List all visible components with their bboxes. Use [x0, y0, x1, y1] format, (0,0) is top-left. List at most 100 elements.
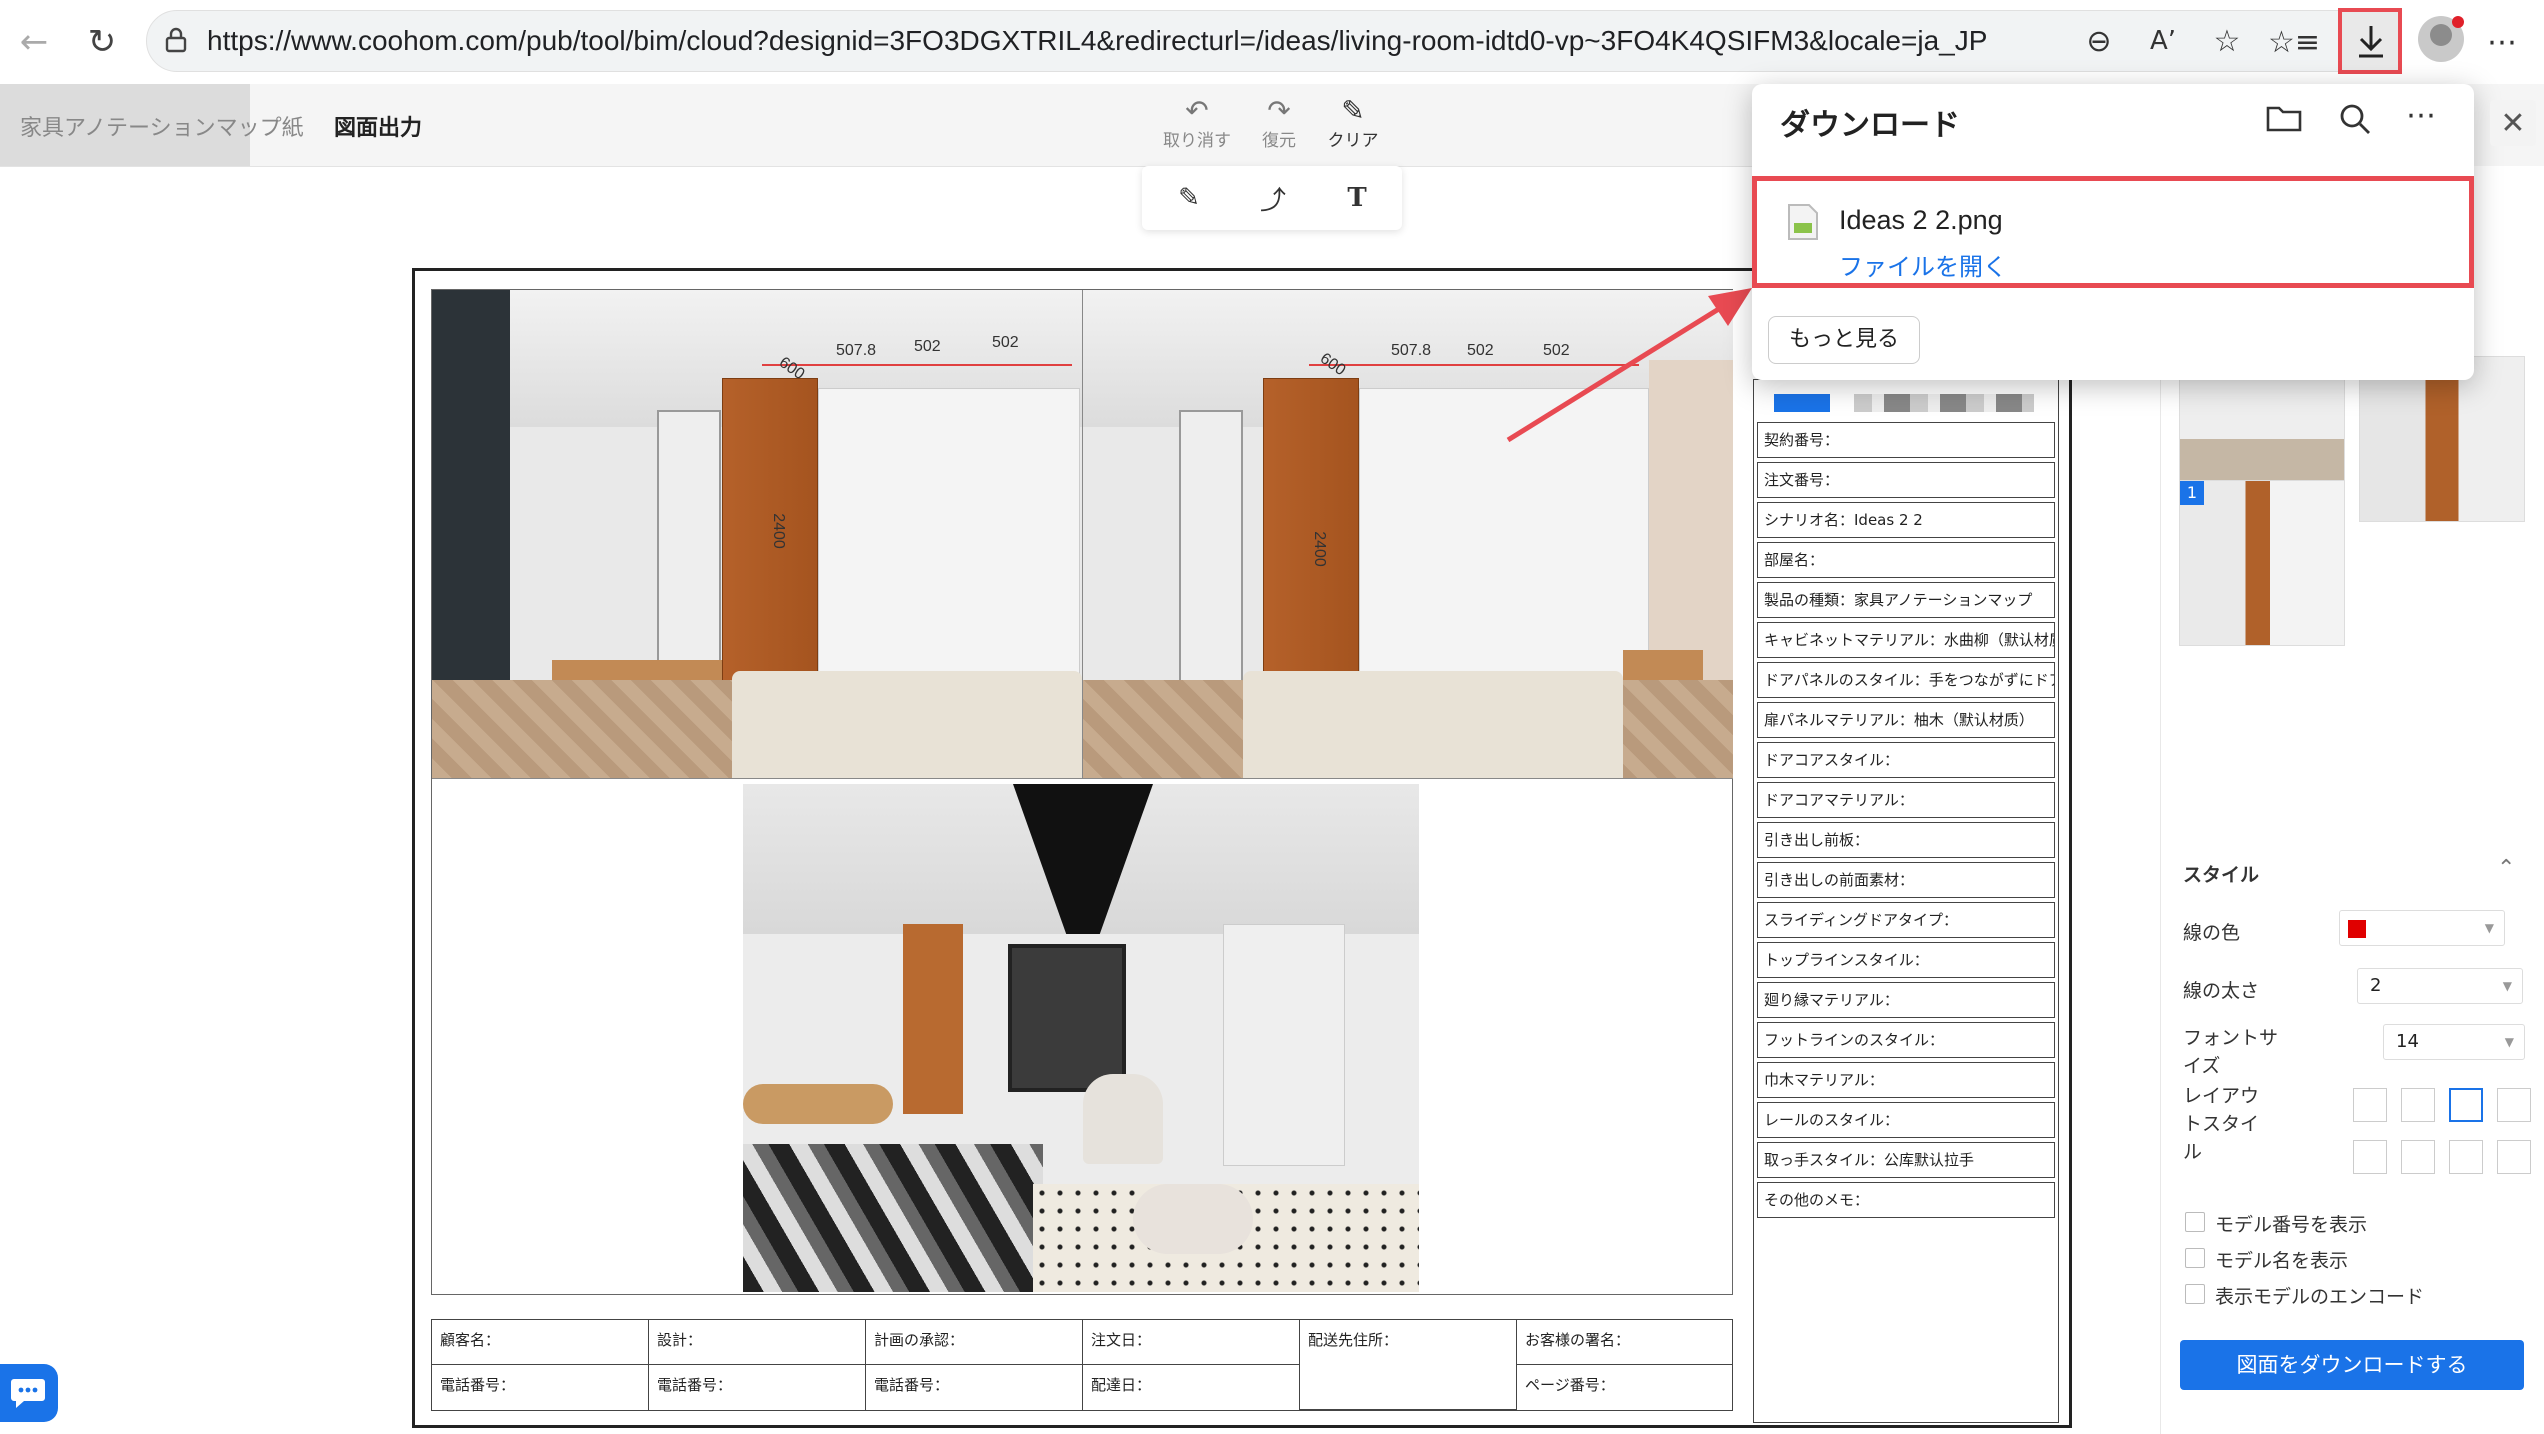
drawing-sheet: 507.8 502 502 600 2400 507.8 502 502 600… [412, 268, 2072, 1428]
pen-icon[interactable]: ✎ [1154, 178, 1224, 218]
close-icon[interactable]: ✕ [2490, 100, 2536, 146]
tab-furniture-annotation[interactable]: 家具アノテーションマップ紙 [20, 110, 304, 142]
line-width-select[interactable]: 2 ▼ [2357, 968, 2523, 1004]
info-row: ドアコアスタイル： [1757, 742, 2055, 778]
layout-option[interactable] [2449, 1140, 2483, 1174]
notification-dot [2452, 16, 2464, 28]
show-model-number-checkbox[interactable] [2185, 1212, 2205, 1232]
search-icon[interactable] [2338, 102, 2378, 142]
info-panel: 契約番号： 注文番号： シナリオ名：Ideas 2 2 部屋名： 製品の種類：家具アノテ… [1753, 379, 2059, 1423]
chevron-down-icon: ▼ [2502, 979, 2512, 993]
back-arrow-icon[interactable]: ← [6, 14, 62, 70]
image-file-icon [1787, 203, 1819, 241]
chat-button[interactable] [0, 1364, 58, 1422]
favorites-list-icon[interactable]: ☆≡ [2268, 16, 2320, 68]
url-text[interactable]: https://www.coohom.com/pub/tool/bim/clou… [207, 25, 1987, 57]
browser-toolbar: ← ↻ https://www.coohom.com/pub/tool/bim/… [0, 0, 2544, 85]
undo-button[interactable]: ↶ 取り消す [1154, 94, 1240, 152]
color-palette-strip [1774, 394, 2044, 412]
height-label: 2400 [1310, 531, 1328, 567]
palette-swatch [1854, 394, 2034, 412]
layout-option[interactable] [2353, 1140, 2387, 1174]
line-width-label: 線の太さ [2183, 980, 2260, 1002]
layout-option-selected[interactable] [2449, 1088, 2483, 1122]
bed [732, 670, 1082, 778]
info-row: シナリオ名：Ideas 2 2 [1757, 502, 2055, 538]
view-thumbnail[interactable] [2359, 356, 2525, 522]
door [1179, 410, 1243, 714]
info-row: 巾木マテリアル： [1757, 1062, 2055, 1098]
clear-button[interactable]: ✎ クリア [1310, 96, 1396, 152]
wood-shelf [903, 924, 963, 1114]
white-wardrobe [818, 387, 1080, 681]
show-model-encode-checkbox[interactable] [2185, 1284, 2205, 1304]
undo-icon: ↶ [1185, 94, 1209, 127]
show-model-name-label: モデル名を表示 [2215, 1250, 2349, 1272]
text-tool-icon[interactable]: T [1322, 178, 1392, 218]
info-row: その他のメモ： [1757, 1182, 2055, 1218]
see-more-button[interactable]: もっと見る [1768, 316, 1920, 364]
show-model-name-checkbox[interactable] [2185, 1248, 2205, 1268]
dimension-label: 502 [1467, 342, 1494, 359]
avatar-head-icon [2430, 24, 2452, 46]
downloads-panel: ダウンロード ⋯ Ideas 2 2.png ファイルを開く もっと見る [1752, 84, 2474, 380]
layout-option[interactable] [2497, 1088, 2531, 1122]
info-row: 廻り縁マテリアル： [1757, 982, 2055, 1018]
profile-avatar[interactable] [2418, 16, 2464, 62]
collapse-chevron-icon[interactable]: ⌃ [2497, 856, 2515, 881]
footer-cell: 電話番号： [432, 1365, 649, 1410]
footer-cell: ページ番号： [1525, 1376, 1615, 1394]
download-file-name: Ideas 2 2.png [1839, 205, 2003, 235]
tab-drawing-output[interactable]: 図面出力 [334, 110, 422, 142]
favorite-star-icon[interactable]: ☆ [2201, 15, 2253, 67]
open-file-link[interactable]: ファイルを開く [1839, 247, 2007, 282]
download-drawing-button[interactable]: 図面をダウンロードする [2180, 1340, 2524, 1390]
info-row: 契約番号： [1757, 422, 2055, 458]
more-menu-icon[interactable]: ⋯ [2476, 16, 2528, 68]
line-color-select[interactable]: ▼ [2339, 910, 2505, 946]
show-model-encode-label: 表示モデルのエンコード [2215, 1286, 2425, 1308]
downloads-button[interactable] [2338, 8, 2402, 74]
chevron-down-icon: ▼ [2484, 921, 2494, 935]
font-size-select[interactable]: 14 ▼ [2383, 1024, 2525, 1060]
layout-option[interactable] [2401, 1088, 2435, 1122]
bed [1243, 670, 1623, 778]
info-row: 注文番号： [1757, 462, 2055, 498]
render-view-living [743, 784, 1419, 1292]
dining-table [743, 1084, 893, 1124]
info-row: 引き出しの前面素材： [1757, 862, 2055, 898]
download-icon [2359, 26, 2383, 58]
dimension-label: 507.8 [1391, 342, 1432, 359]
layout-option[interactable] [2401, 1140, 2435, 1174]
show-model-number-label: モデル番号を表示 [2215, 1214, 2368, 1236]
read-aloud-icon[interactable]: A’ [2137, 15, 2189, 67]
info-row: フットラインのスタイル： [1757, 1022, 2055, 1058]
dimension-label: 502 [914, 338, 941, 355]
download-item[interactable]: Ideas 2 2.png ファイルを開く [1752, 176, 2474, 288]
height-label: 2400 [769, 513, 787, 549]
footer-cell: 配達日： [1083, 1365, 1300, 1410]
open-folder-icon[interactable] [2266, 102, 2306, 142]
info-row: 扉パネルマテリアル：柚木（默认材质） [1757, 702, 2055, 738]
downloads-more-icon[interactable]: ⋯ [2406, 98, 2436, 133]
footer-cell: 計画の承認： [866, 1320, 1083, 1365]
footer-cell: 注文日： [1083, 1320, 1300, 1365]
sofa [743, 1144, 1043, 1292]
info-row: 取っ手スタイル：公库默认拉手 [1757, 1142, 2055, 1178]
render-view-left: 507.8 502 502 600 2400 [432, 290, 1083, 779]
layout-option[interactable] [2497, 1140, 2531, 1174]
footer-cell: 顧客名： [432, 1320, 649, 1365]
address-bar[interactable]: https://www.coohom.com/pub/tool/bim/clou… [146, 10, 2378, 72]
info-row: 製品の種類：家具アノテーションマップ [1757, 582, 2055, 618]
reload-icon[interactable]: ↻ [74, 14, 130, 70]
info-row: スライディングドアタイプ： [1757, 902, 2055, 938]
layout-option[interactable] [2353, 1088, 2387, 1122]
view-thumbnail-selected[interactable]: 1 [2179, 480, 2345, 646]
footer-cell: 配送先住所： [1300, 1320, 1517, 1410]
info-row: 部屋名： [1757, 542, 2055, 578]
info-row: レールのスタイル： [1757, 1102, 2055, 1138]
line-tool-icon[interactable]: ⤴ [1238, 178, 1308, 218]
lock-icon[interactable] [165, 27, 187, 53]
zoom-icon[interactable]: ⊖ [2073, 15, 2125, 67]
annotation-arrow [1506, 288, 1752, 443]
